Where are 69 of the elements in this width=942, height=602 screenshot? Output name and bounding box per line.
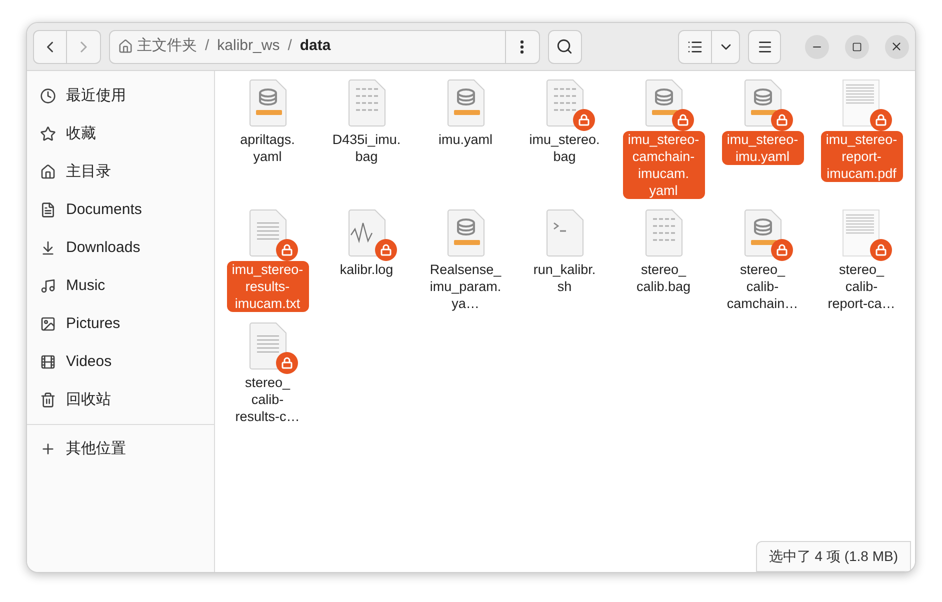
file-name[interactable]: Realsense_imu_param.ya… bbox=[424, 261, 506, 312]
film-icon bbox=[40, 354, 56, 370]
file-name[interactable]: stereo_calib.bag bbox=[622, 261, 704, 295]
list-icon bbox=[687, 38, 704, 54]
file-name[interactable]: imu_stereo-imu.yaml bbox=[722, 131, 804, 165]
pdf-file-icon bbox=[842, 79, 882, 127]
sidebar-item[interactable]: 回收站 bbox=[27, 381, 214, 419]
file-name[interactable]: stereo_calib-camchain… bbox=[722, 261, 804, 312]
menu-button[interactable] bbox=[748, 30, 781, 64]
sidebar-item[interactable]: Downloads bbox=[27, 229, 214, 267]
path-separator: / bbox=[288, 36, 292, 56]
yaml-file-icon bbox=[742, 209, 782, 257]
path-crumb[interactable]: 主文件夹 bbox=[118, 35, 197, 58]
file-name[interactable]: run_kalibr.sh bbox=[524, 261, 606, 295]
binary-file-icon bbox=[544, 79, 584, 127]
star-icon bbox=[40, 126, 56, 142]
close-button[interactable] bbox=[884, 34, 909, 58]
file-name[interactable]: imu.yaml bbox=[433, 131, 498, 148]
status-bar: 选中了 4 项 (1.8 MB) bbox=[756, 541, 911, 572]
file-name[interactable]: D435i_imu.bag bbox=[326, 131, 408, 165]
file-name[interactable]: imu_stereo.bag bbox=[524, 131, 606, 165]
more-options-button[interactable] bbox=[506, 30, 540, 64]
sidebar-item[interactable]: Music bbox=[27, 267, 214, 305]
file-name[interactable]: stereo_calib-results-c… bbox=[226, 374, 308, 425]
yaml-file-icon bbox=[248, 79, 288, 127]
yaml-file-icon bbox=[742, 79, 782, 127]
menu-icon bbox=[756, 38, 773, 54]
image-icon bbox=[40, 316, 56, 332]
yaml-file-icon bbox=[446, 79, 486, 127]
download-icon bbox=[40, 240, 56, 256]
maximize-button[interactable] bbox=[844, 34, 869, 58]
sidebar-item[interactable]: Pictures bbox=[27, 305, 214, 343]
sidebar-item[interactable]: 其他位置 bbox=[27, 430, 214, 468]
file-name[interactable]: stereo_calib-report-ca… bbox=[820, 261, 902, 312]
home-icon bbox=[40, 164, 56, 180]
search-icon bbox=[556, 38, 574, 55]
file-name[interactable]: imu_stereo-report-imucam.pdf bbox=[820, 131, 902, 182]
file-name[interactable]: apriltags.yaml bbox=[226, 131, 308, 165]
path-crumb[interactable]: kalibr_ws bbox=[217, 35, 280, 58]
text-file-icon bbox=[248, 322, 288, 370]
text-file-icon bbox=[248, 209, 288, 257]
path-separator: / bbox=[205, 36, 210, 56]
vertical-dots-icon bbox=[520, 40, 524, 54]
trash-icon bbox=[40, 392, 56, 408]
search-button[interactable] bbox=[548, 30, 582, 64]
sidebar-item[interactable]: Documents bbox=[27, 191, 214, 229]
sidebar-item[interactable]: Videos bbox=[27, 343, 214, 381]
binary-file-icon bbox=[346, 79, 386, 127]
clock-icon bbox=[40, 88, 56, 104]
file-name[interactable]: imu_stereo-camchain-imucam.yaml bbox=[622, 131, 704, 199]
maximize-icon bbox=[852, 42, 862, 52]
sidebar-item[interactable]: 收藏 bbox=[27, 115, 214, 153]
file-name[interactable]: kalibr.log bbox=[334, 261, 398, 278]
sidebar-item[interactable]: 最近使用 bbox=[27, 77, 214, 115]
sidebar-item[interactable]: 主目录 bbox=[27, 153, 214, 191]
yaml-file-icon bbox=[644, 79, 684, 127]
close-icon bbox=[890, 40, 904, 53]
yaml-file-icon bbox=[446, 209, 486, 257]
file-name[interactable]: imu_stereo-results-imucam.txt bbox=[226, 261, 308, 312]
document-icon bbox=[40, 202, 56, 218]
binary-file-icon bbox=[644, 209, 684, 257]
music-note-icon bbox=[40, 278, 56, 294]
home-icon bbox=[118, 39, 133, 54]
script-file-icon bbox=[544, 209, 584, 257]
log-file-icon bbox=[346, 209, 386, 257]
pdf-file-icon bbox=[842, 209, 882, 257]
list-view-button[interactable] bbox=[678, 30, 712, 64]
plus-icon bbox=[40, 441, 56, 457]
path-crumb[interactable]: data bbox=[300, 35, 331, 58]
